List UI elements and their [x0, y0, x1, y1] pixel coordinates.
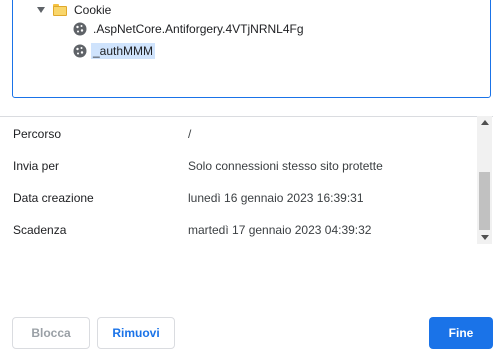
- block-button[interactable]: Blocca: [12, 317, 90, 349]
- expires-label: Scadenza: [13, 223, 67, 237]
- expand-arrow-icon[interactable]: [37, 7, 45, 13]
- cookie-tree[interactable]: Cookie .AspNetCore.Antiforgery.4VTjNRNL4…: [12, 0, 491, 98]
- created-value: lunedì 16 gennaio 2023 16:39:31: [188, 191, 364, 205]
- details-scrollbar[interactable]: [477, 116, 492, 244]
- folder-icon: [53, 4, 67, 16]
- remove-button[interactable]: Rimuovi: [97, 317, 175, 349]
- cookie-item-label: _authMMM: [91, 43, 156, 59]
- path-label: Percorso: [13, 127, 62, 141]
- folder-label: Cookie: [74, 3, 112, 17]
- cookie-icon: [73, 44, 87, 58]
- cookie-item-label: .AspNetCore.Antiforgery.4VTjNRNL4Fg: [93, 22, 304, 36]
- scroll-down-arrow-icon[interactable]: [481, 235, 489, 240]
- done-button[interactable]: Fine: [429, 317, 493, 349]
- tree-item-antiforgery[interactable]: .AspNetCore.Antiforgery.4VTjNRNL4Fg: [73, 19, 304, 39]
- tree-folder-cookie[interactable]: Cookie: [37, 0, 111, 20]
- detail-row-path: Percorso /: [13, 125, 191, 143]
- scroll-up-arrow-icon[interactable]: [481, 120, 489, 125]
- detail-row-send-for: Invia per Solo connessioni stesso sito p…: [13, 157, 383, 175]
- send-for-value: Solo connessioni stesso sito protette: [188, 159, 383, 173]
- detail-row-expires: Scadenza martedì 17 gennaio 2023 04:39:3…: [13, 221, 371, 239]
- tree-item-authmmm[interactable]: _authMMM: [73, 41, 156, 61]
- expires-value: martedì 17 gennaio 2023 04:39:32: [188, 223, 372, 237]
- cookie-details: Percorso / Invia per Solo connessioni st…: [0, 116, 493, 245]
- send-for-label: Invia per: [13, 159, 60, 173]
- path-value: /: [188, 127, 192, 141]
- scrollbar-thumb[interactable]: [479, 172, 490, 230]
- cookie-icon: [73, 22, 87, 36]
- detail-row-created: Data creazione lunedì 16 gennaio 2023 16…: [13, 189, 364, 207]
- created-label: Data creazione: [13, 191, 94, 205]
